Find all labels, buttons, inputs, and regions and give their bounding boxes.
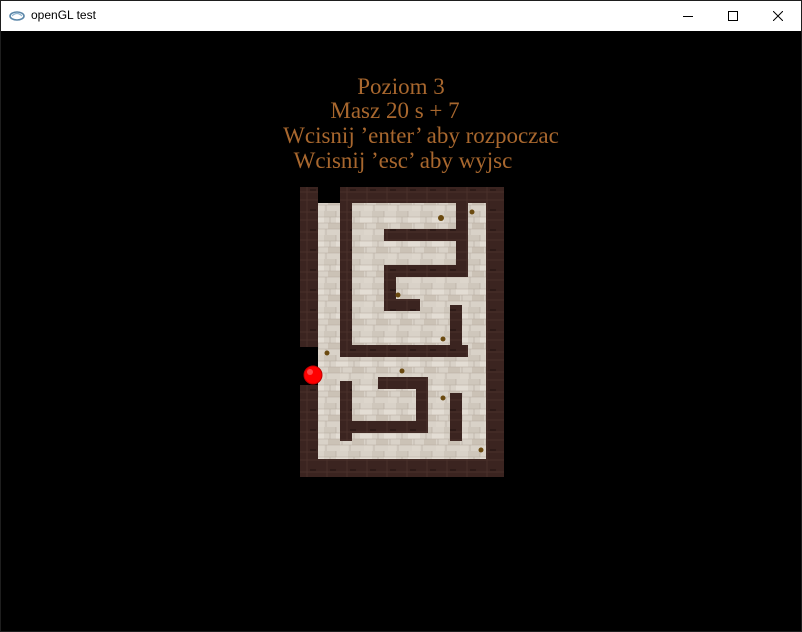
coin-dot-icon: [399, 368, 405, 374]
coin-dot-icon: [438, 215, 444, 221]
coin-dot-icon: [395, 292, 401, 298]
maximize-icon: [728, 11, 738, 21]
coin-dot-icon: [478, 447, 484, 453]
level-label: Poziom 3: [357, 74, 445, 99]
esc-instruction: Wcisnij ’esc’ aby wyjsc: [293, 148, 513, 173]
minimize-icon: [683, 16, 693, 17]
enter-instruction: Wcisnij ’enter’ aby rozpoczac: [283, 123, 559, 148]
red-ball-icon: [303, 365, 323, 385]
coin-dot-icon: [440, 336, 446, 342]
opengl-app-icon: [9, 11, 25, 21]
window-title: openGL test: [31, 8, 96, 22]
coin-dot-icon: [440, 395, 446, 401]
close-icon: [773, 11, 783, 21]
close-button[interactable]: [755, 1, 801, 31]
title-bar[interactable]: openGL test: [1, 1, 801, 31]
app-window: openGL test Poziom 3 Masz 20 s + 7 Wcisn…: [0, 0, 802, 632]
coin-dot-icon: [324, 350, 330, 356]
maze: [300, 187, 504, 477]
time-label: Masz 20 s + 7: [330, 98, 460, 123]
minimize-button[interactable]: [665, 1, 711, 31]
game-canvas[interactable]: Poziom 3 Masz 20 s + 7 Wcisnij ’enter’ a…: [1, 31, 801, 631]
coin-dot-icon: [469, 209, 475, 215]
maximize-button[interactable]: [710, 1, 756, 31]
